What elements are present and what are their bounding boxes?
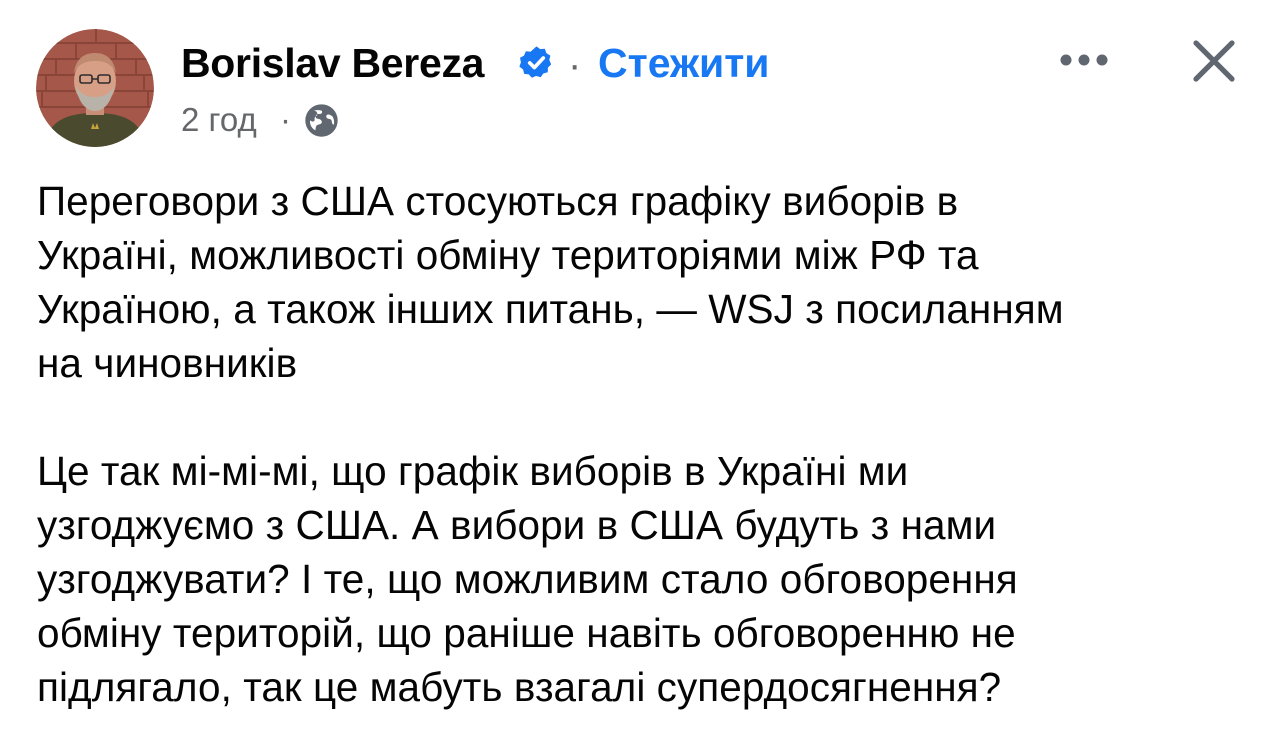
post-text-line: узгоджуємо з США. А вибори в США будуть … (37, 502, 997, 548)
post-text-line: підлягало, так це мабуть взагалі супердо… (37, 664, 1002, 710)
profile-photo (36, 29, 154, 147)
post-text-line: Переговори з США стосуються графіку вибо… (37, 178, 959, 224)
more-options-icon[interactable] (1056, 42, 1112, 78)
separator-dot: · (568, 43, 582, 87)
follow-button[interactable]: Стежити (598, 38, 770, 88)
post-text-line: узгоджувати? І те, що можливим стало обг… (37, 556, 1018, 602)
globe-icon (305, 104, 338, 137)
post-text-line: Це так мі-мі-мі, що графік виборів в Укр… (37, 448, 909, 494)
meta-separator-dot: · (280, 101, 291, 138)
post-text-line: Україні, можливості обміну територіями м… (37, 232, 979, 278)
author-avatar[interactable] (36, 29, 154, 147)
author-name[interactable]: Borislav Bereza (181, 38, 484, 88)
post-card: Borislav Bereza · Стежити 2 год · Перего… (0, 0, 1280, 731)
post-paragraph: Це так мі-мі-мі, що графік виборів в Укр… (37, 444, 1257, 714)
post-paragraph: Переговори з США стосуються графіку вибо… (37, 174, 1257, 390)
post-timestamp[interactable]: 2 год (181, 98, 257, 142)
post-text-line: на чиновників (37, 340, 298, 386)
post-text-line: обміну територій, що раніше навіть обгов… (37, 610, 1016, 656)
close-icon[interactable] (1188, 35, 1240, 87)
post-text-line: Україною, а також інших питань, — WSJ з … (37, 286, 1064, 332)
verified-badge-icon (519, 46, 552, 78)
post-body: Переговори з США стосуються графіку вибо… (37, 174, 1257, 714)
